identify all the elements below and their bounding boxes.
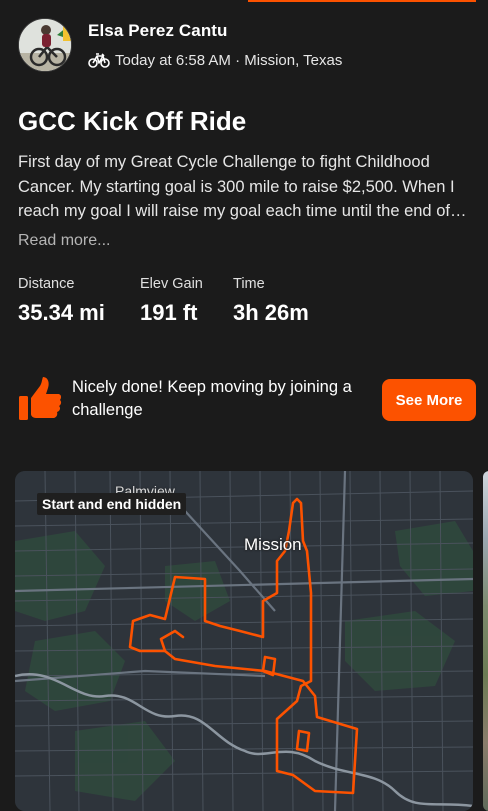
avatar[interactable] <box>18 18 72 72</box>
activity-meta-text: Today at 6:58 AM · Mission, Texas <box>115 51 343 69</box>
stat-label: Time <box>233 276 265 292</box>
activity-description: First day of my Great Cycle Challenge to… <box>18 153 467 220</box>
stat-label: Elev Gain <box>140 276 203 292</box>
athlete-name[interactable]: Elsa Perez Cantu <box>88 21 228 41</box>
map-canvas <box>15 471 473 811</box>
stat-elev-gain: Elev Gain 191 ft <box>140 276 203 326</box>
top-accent-bar <box>248 0 476 2</box>
bike-icon <box>88 53 110 68</box>
stat-value: 191 ft <box>140 300 198 325</box>
map-label-city: Mission <box>244 535 302 554</box>
next-media-card[interactable] <box>483 471 488 811</box>
avatar-photo <box>19 19 71 71</box>
thumbs-up-icon <box>19 377 62 420</box>
challenge-prompt: Nicely done! Keep moving by joining a ch… <box>18 374 478 426</box>
activity-header: Elsa Perez Cantu Today at 6:58 AM · Miss… <box>18 18 470 74</box>
see-more-button[interactable]: See More <box>382 379 476 421</box>
stat-value: 35.34 mi <box>18 300 105 325</box>
read-more-link[interactable]: Read more... <box>18 232 110 250</box>
activity-meta: Today at 6:58 AM · Mission, Texas <box>88 50 342 70</box>
stat-distance: Distance 35.34 mi <box>18 276 105 326</box>
start-end-hidden-badge: Start and end hidden <box>37 493 187 515</box>
stat-time: Time 3h 26m <box>233 276 309 326</box>
activity-title[interactable]: GCC Kick Off Ride <box>18 106 246 137</box>
activity-map[interactable]: Palmview Mission Start and end hidden <box>15 471 473 811</box>
challenge-prompt-text: Nicely done! Keep moving by joining a ch… <box>72 378 352 419</box>
stat-value: 3h 26m <box>233 300 309 325</box>
stat-label: Distance <box>18 276 75 292</box>
